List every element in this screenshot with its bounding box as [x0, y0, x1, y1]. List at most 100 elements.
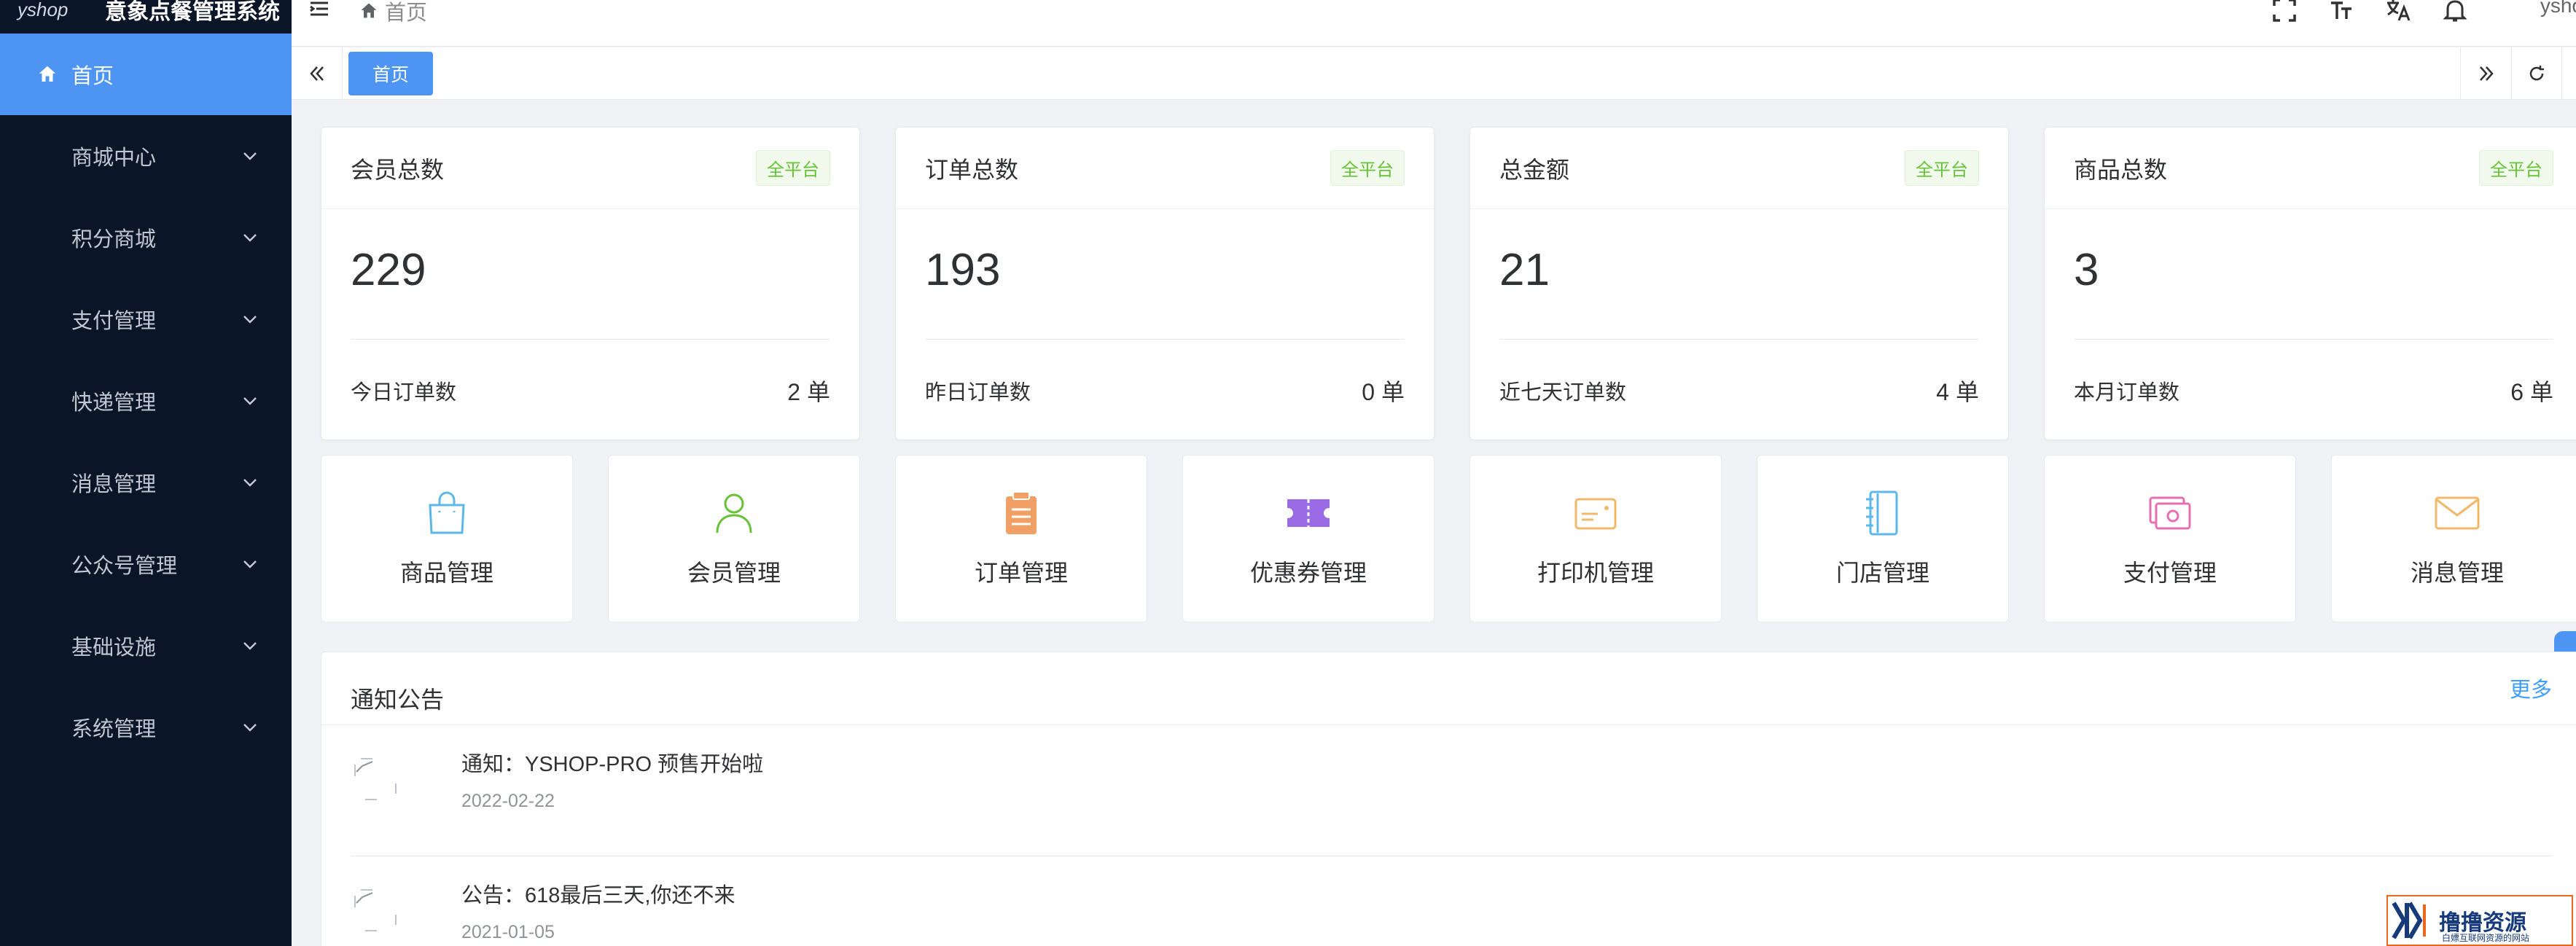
- tile-label: 优惠券管理: [1249, 560, 1367, 586]
- sidebar-item-label: 首页: [71, 65, 114, 88]
- stat-foot-value: 6 单: [2510, 379, 2553, 405]
- notice-panel: 通知公告 更多 通知：YSHOP-PRO 预售开始啦 2022-02-22 公告…: [321, 652, 2576, 946]
- font-size-icon[interactable]: [2328, 0, 2354, 23]
- tile-coupon-management[interactable]: 优惠券管理: [1182, 455, 1435, 622]
- stat-foot-label: 本月订单数: [2074, 381, 2180, 404]
- stat-card-orders: 订单总数 全平台 193 昨日订单数 0 单: [895, 127, 1435, 440]
- notice-date: 2021-01-05: [461, 922, 555, 942]
- breadcrumb: 首页: [359, 0, 427, 26]
- sidebar-item-message[interactable]: 消息管理: [0, 442, 292, 523]
- tile-label: 订单管理: [974, 560, 1068, 586]
- scope-badge: 全平台: [1905, 150, 1979, 186]
- bell-icon[interactable]: [2442, 0, 2468, 23]
- chevron-down-icon: [243, 234, 257, 242]
- sidebar-item-points-mall[interactable]: 积分商城: [0, 197, 292, 278]
- stat-card-amount: 总金额 全平台 21 近七天订单数 4 单: [1470, 127, 2009, 440]
- stat-foot-value: 4 单: [1936, 379, 1979, 405]
- chevron-down-icon: [243, 724, 257, 732]
- notice-more-link[interactable]: 更多: [2510, 673, 2552, 703]
- stat-title: 商品总数: [2074, 156, 2168, 183]
- sidebar-item-payment[interactable]: 支付管理: [0, 278, 292, 360]
- menu-fold-icon[interactable]: [308, 0, 331, 20]
- sidebar-item-infrastructure[interactable]: 基础设施: [0, 605, 292, 687]
- user-name[interactable]: ysho: [2540, 0, 2576, 17]
- tile-label: 会员管理: [687, 560, 781, 586]
- sidebar-item-label: 商城中心: [71, 146, 157, 170]
- sidebar-item-home[interactable]: 首页: [0, 34, 292, 115]
- tile-printer-management[interactable]: 打印机管理: [1470, 455, 1722, 622]
- tile-label: 门店管理: [1835, 560, 1929, 586]
- refresh-button[interactable]: [2511, 47, 2562, 100]
- tile-label: 打印机管理: [1537, 560, 1654, 586]
- notice-title: 通知公告: [351, 687, 445, 713]
- sidebar-item-express[interactable]: 快递管理: [0, 360, 292, 442]
- stat-value: 21: [1499, 245, 1550, 295]
- logo-area[interactable]: yshop 意象点餐管理系统: [0, 0, 292, 34]
- scope-badge: 全平台: [2479, 150, 2553, 186]
- stat-foot-value: 0 单: [1362, 379, 1405, 405]
- user-icon: [716, 493, 752, 533]
- tile-order-management[interactable]: 订单管理: [895, 455, 1147, 622]
- sidebar-item-label: 快递管理: [71, 391, 157, 415]
- refresh-icon: [2529, 66, 2544, 81]
- watermark-subtext: 白嫖互联网资源的网站: [2442, 933, 2530, 943]
- notice-item[interactable]: 公告：618最后三天,你还不来 2021-01-05: [351, 856, 2552, 946]
- tile-message-management[interactable]: 消息管理: [2331, 455, 2576, 622]
- sidebar: yshop 意象点餐管理系统 首页 商城中心 积分商城 支付管理 快递管理 消息…: [0, 0, 292, 946]
- chevron-down-icon: [243, 479, 257, 487]
- broken-image-icon: [354, 889, 397, 931]
- sidebar-item-mall[interactable]: 商城中心: [0, 115, 292, 197]
- notice-item[interactable]: 通知：YSHOP-PRO 预售开始啦 2022-02-22: [351, 725, 2552, 856]
- watermark-emblem-icon: [2392, 902, 2426, 939]
- stat-foot-value: 2 单: [787, 379, 830, 405]
- stat-value: 193: [925, 245, 1001, 295]
- sidebar-item-label: 积分商城: [71, 228, 157, 251]
- translate-icon[interactable]: [2385, 0, 2411, 23]
- sidebar-item-wechat[interactable]: 公众号管理: [0, 523, 292, 605]
- double-chevron-right-icon: [2479, 66, 2494, 81]
- tile-label: 支付管理: [2123, 560, 2217, 586]
- notice-date: 2022-02-22: [461, 791, 555, 811]
- chevron-down-icon: [243, 642, 257, 650]
- broken-image-icon: [354, 758, 397, 800]
- ticket-icon: [1287, 499, 1330, 527]
- mail-icon: [2435, 496, 2480, 530]
- scope-badge: 全平台: [1330, 150, 1405, 186]
- chevron-down-icon: [243, 560, 257, 568]
- stat-foot-label: 昨日订单数: [925, 381, 1031, 404]
- sidebar-item-label: 基础设施: [71, 636, 157, 660]
- stat-title: 会员总数: [351, 156, 445, 183]
- scope-badge: 全平台: [756, 150, 830, 186]
- stat-card-products: 商品总数 全平台 3 本月订单数 6 单: [2044, 127, 2576, 440]
- home-icon: [361, 3, 377, 18]
- sidebar-item-label: 消息管理: [71, 473, 157, 496]
- watermark-logo: 撸撸资源 白嫖互联网资源的网站: [2386, 895, 2573, 946]
- scroll-left-button[interactable]: [292, 47, 343, 100]
- stat-card-members: 会员总数 全平台 229 今日订单数 2 单: [321, 127, 860, 440]
- chevron-down-icon: [243, 316, 257, 324]
- stat-foot-label: 今日订单数: [351, 381, 457, 404]
- tags-view-bar: 首页: [292, 47, 2576, 100]
- app-title: 意象点餐管理系统: [105, 0, 280, 24]
- chevron-down-icon: [243, 397, 257, 405]
- tag-home[interactable]: 首页: [348, 52, 433, 95]
- notebook-icon: [1866, 490, 1898, 536]
- breadcrumb-home[interactable]: 首页: [385, 0, 427, 26]
- stat-title: 订单总数: [925, 156, 1019, 183]
- tile-member-management[interactable]: 会员管理: [608, 455, 860, 622]
- tile-product-management[interactable]: 商品管理: [321, 455, 573, 622]
- tile-label: 消息管理: [2410, 560, 2504, 586]
- scroll-right-button[interactable]: [2460, 47, 2511, 100]
- sidebar-item-system[interactable]: 系统管理: [0, 687, 292, 768]
- sidebar-item-label: 支付管理: [71, 310, 157, 333]
- logo: yshop: [17, 0, 69, 20]
- fullscreen-icon[interactable]: [2271, 0, 2298, 23]
- notice-text: 公告：618最后三天,你还不来: [461, 884, 735, 907]
- tile-payment-management[interactable]: 支付管理: [2044, 455, 2296, 622]
- stat-value: 3: [2074, 245, 2099, 295]
- card-icon: [1574, 498, 1617, 530]
- sidebar-item-label: 公众号管理: [71, 555, 178, 578]
- sidebar-item-label: 系统管理: [71, 718, 157, 741]
- tile-store-management[interactable]: 门店管理: [1757, 455, 2009, 622]
- clipboard-icon: [1006, 491, 1037, 534]
